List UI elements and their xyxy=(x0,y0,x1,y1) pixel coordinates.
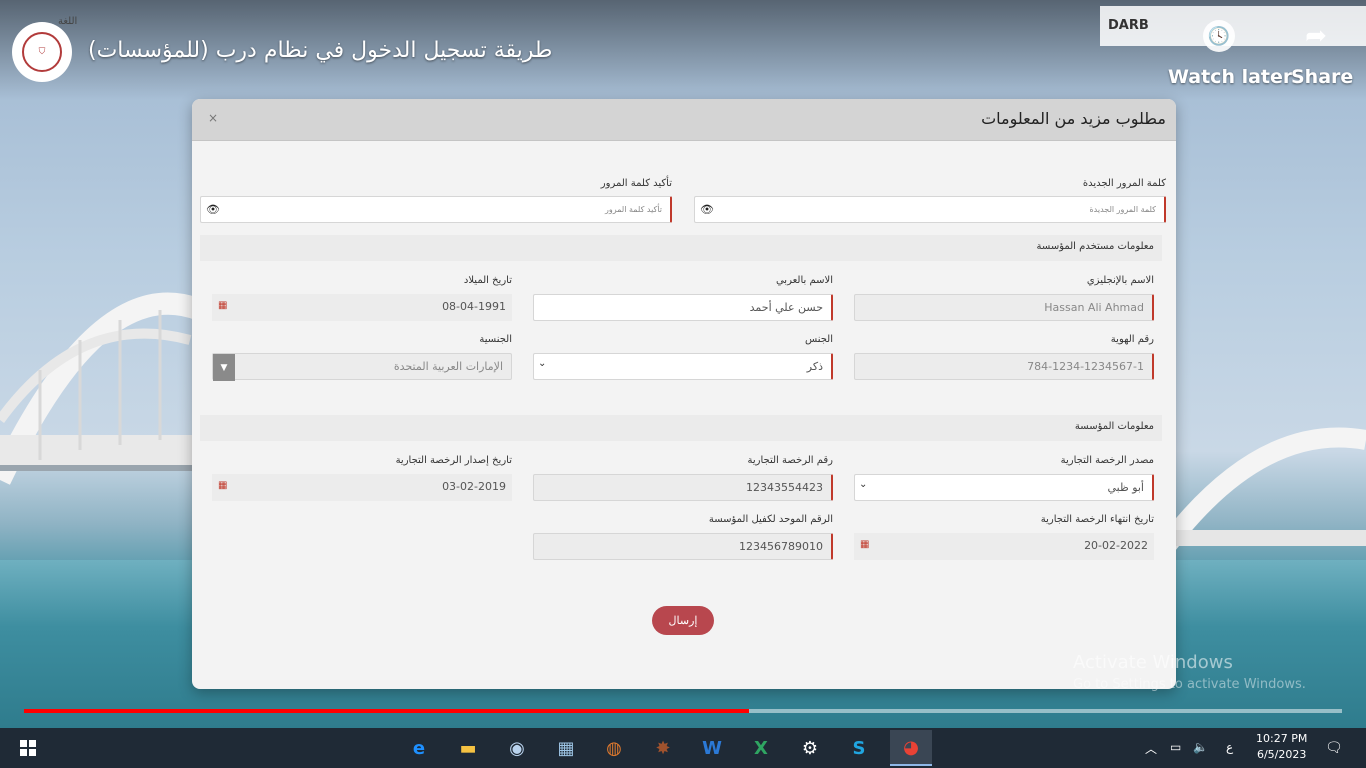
speaker-muted-icon[interactable]: 🔈 xyxy=(1193,740,1208,754)
clock-date: 6/5/2023 xyxy=(1256,748,1307,761)
license-source-value: أبو ظبي xyxy=(1107,481,1144,494)
watch-later-button[interactable]: Watch later xyxy=(1168,66,1292,88)
excel-icon[interactable]: X xyxy=(745,732,777,764)
video-title[interactable]: طريقة تسجيل الدخول في نظام درب (للمؤسسات… xyxy=(88,38,552,63)
notifications-icon[interactable]: 🗨 xyxy=(1325,740,1343,756)
license-expiry-value: 20-02-2022 xyxy=(1084,539,1148,552)
darb-logo-text: DARB xyxy=(1108,18,1149,33)
activate-windows-subtitle: Go to Settings to activate Windows. xyxy=(1073,677,1306,692)
clock-icon[interactable]: 🕓 xyxy=(1203,20,1235,52)
chevron-down-icon: ⌄ xyxy=(538,358,547,369)
id-value: 784-1234-1234567-1 xyxy=(1027,360,1144,373)
confirm-password-label: تأكيد كلمة المرور xyxy=(600,178,672,189)
language-toggle[interactable]: اللغة xyxy=(58,16,77,27)
video-progress-fill xyxy=(24,709,749,713)
edge-icon[interactable]: e xyxy=(403,732,435,764)
calendar-icon[interactable]: ▦ xyxy=(218,480,227,491)
activate-windows-title: Activate Windows xyxy=(1073,652,1233,673)
license-number-field[interactable]: 12343554423 xyxy=(533,474,833,501)
org-section-title: معلومات المؤسسة xyxy=(1074,421,1154,432)
name-en-field[interactable]: Hassan Ali Ahmad xyxy=(854,294,1154,321)
calendar-icon[interactable]: ▦ xyxy=(860,539,869,550)
dob-value: 08-04-1991 xyxy=(442,300,506,313)
skype-icon[interactable]: S xyxy=(843,732,875,764)
name-ar-label: الاسم بالعربي xyxy=(775,275,833,286)
user-section-header: معلومات مستخدم المؤسسة xyxy=(200,235,1162,261)
itc-emblem-icon: ⛉ xyxy=(22,32,62,72)
license-issue-field[interactable]: ▦ 03-02-2019 xyxy=(212,474,512,501)
dob-field[interactable]: ▦ 08-04-1991 xyxy=(212,294,512,321)
id-field[interactable]: 784-1234-1234567-1 xyxy=(854,353,1154,380)
file-explorer-icon[interactable]: ▬ xyxy=(452,732,484,764)
chevron-down-icon: ⌄ xyxy=(859,479,868,490)
globe-app-icon[interactable]: ◉ xyxy=(501,732,533,764)
license-issue-label: تاريخ إصدار الرخصة التجارية xyxy=(395,455,512,466)
name-en-value: Hassan Ali Ahmad xyxy=(1044,301,1144,314)
start-icon[interactable] xyxy=(12,732,44,764)
eye-icon[interactable]: 👁 xyxy=(700,203,714,216)
unified-number-field[interactable]: 123456789010 xyxy=(533,533,833,560)
channel-avatar[interactable]: ⛉ xyxy=(12,22,72,82)
new-password-placeholder: كلمة المرور الجديدة xyxy=(1089,205,1156,214)
license-number-value: 12343554423 xyxy=(746,481,823,494)
nationality-value: الإمارات العربية المتحدة xyxy=(393,360,503,373)
new-password-field[interactable]: كلمة المرور الجديدة 👁 xyxy=(694,196,1166,223)
org-section-header: معلومات المؤسسة xyxy=(200,415,1162,441)
nationality-select[interactable]: الإمارات العربية المتحدة ▼ xyxy=(212,353,512,381)
eye-icon[interactable]: 👁 xyxy=(206,203,220,216)
gender-select[interactable]: ذكر ⌄ xyxy=(533,353,833,380)
bridge-left-image xyxy=(0,292,200,485)
license-number-label: رقم الرخصة التجارية xyxy=(747,455,834,466)
dropdown-arrow-icon[interactable]: ▼ xyxy=(213,354,235,381)
bridge-right-image xyxy=(1146,427,1366,566)
windows-taskbar: e ▬ ◉ ▦ ◍ ✸ W X ⚙ S ◕ ︿ ▭ 🔈 ع 10:27 PM 6… xyxy=(0,728,1366,768)
dob-label: تاريخ الميلاد xyxy=(463,275,512,286)
license-source-label: مصدر الرخصة التجارية xyxy=(1060,455,1154,466)
license-issue-value: 03-02-2019 xyxy=(442,480,506,493)
unified-number-label: الرقم الموحد لكفيل المؤسسة xyxy=(708,514,833,525)
share-arrow-icon[interactable]: ➦ xyxy=(1300,20,1332,52)
unified-number-value: 123456789010 xyxy=(739,540,823,553)
name-ar-value: حسن علي أحمد xyxy=(749,301,823,314)
nationality-label: الجنسية xyxy=(479,334,512,345)
taskbar-clock[interactable]: 10:27 PM 6/5/2023 xyxy=(1256,731,1307,763)
close-icon[interactable]: × xyxy=(208,111,218,125)
clock-time: 10:27 PM xyxy=(1256,732,1308,745)
video-progress-bar[interactable] xyxy=(24,709,1342,713)
chevron-up-icon[interactable]: ︿ xyxy=(1145,740,1157,757)
more-info-modal: مطلوب مزيد من المعلومات × كلمة المرور ال… xyxy=(192,99,1176,689)
user-section-title: معلومات مستخدم المؤسسة xyxy=(1036,241,1154,252)
confirm-password-placeholder: تأكيد كلمة المرور xyxy=(605,205,662,214)
license-expiry-field[interactable]: ▦ 20-02-2022 xyxy=(854,533,1154,560)
game-icon[interactable]: ✸ xyxy=(647,732,679,764)
input-language[interactable]: ع xyxy=(1226,740,1233,754)
name-ar-field[interactable]: حسن علي أحمد xyxy=(533,294,833,321)
license-source-select[interactable]: أبو ظبي ⌄ xyxy=(854,474,1154,501)
chrome-icon[interactable]: ◕ xyxy=(890,730,932,766)
submit-button[interactable]: إرسال xyxy=(652,606,714,635)
gender-label: الجنس xyxy=(804,334,833,345)
license-expiry-label: تاريخ انتهاء الرخصة التجارية xyxy=(1040,514,1154,525)
modal-title: مطلوب مزيد من المعلومات xyxy=(981,109,1166,128)
id-label: رقم الهوية xyxy=(1110,334,1154,345)
modal-header: مطلوب مزيد من المعلومات × xyxy=(192,99,1176,141)
battery-icon[interactable]: ▭ xyxy=(1170,740,1181,754)
new-password-label: كلمة المرور الجديدة xyxy=(1082,178,1166,189)
calendar-icon[interactable]: ▦ xyxy=(218,300,227,311)
confirm-password-field[interactable]: تأكيد كلمة المرور 👁 xyxy=(200,196,672,223)
media-app-icon[interactable]: ▦ xyxy=(550,732,582,764)
gender-value: ذكر xyxy=(806,360,823,373)
word-icon[interactable]: W xyxy=(696,732,728,764)
name-en-label: الاسم بالإنجليزي xyxy=(1086,275,1154,286)
share-button[interactable]: Share xyxy=(1291,66,1353,88)
settings-icon[interactable]: ⚙ xyxy=(794,732,826,764)
app-icon[interactable]: ◍ xyxy=(598,732,630,764)
